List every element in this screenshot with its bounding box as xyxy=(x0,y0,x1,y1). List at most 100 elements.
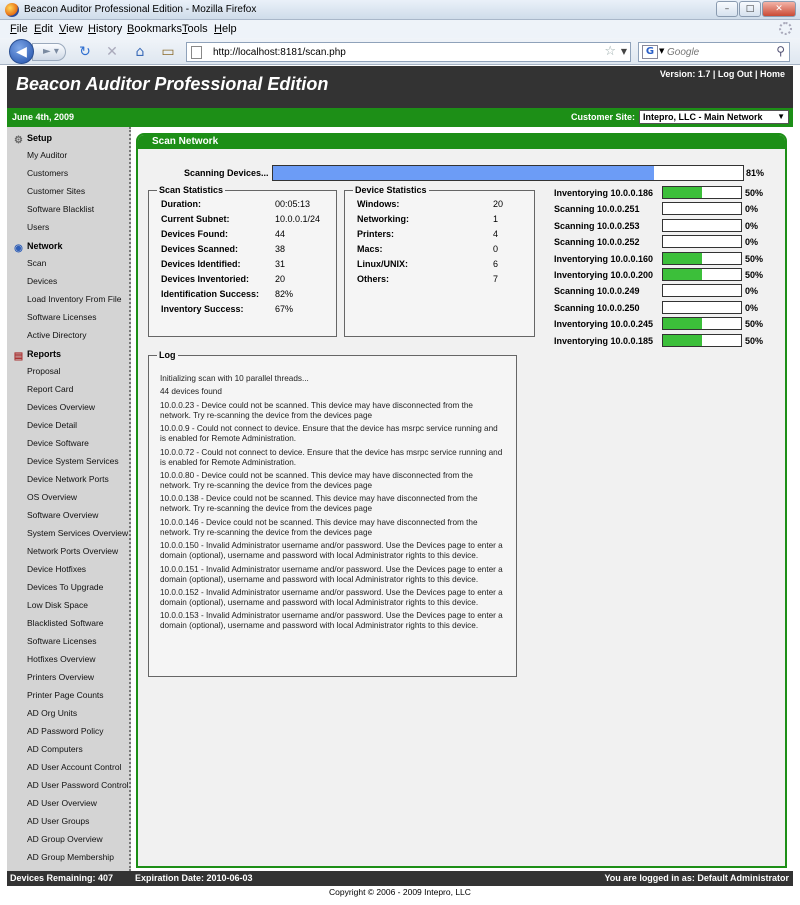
log-entry: 10.0.0.153 - Invalid Administrator usern… xyxy=(160,611,503,631)
search-engine-icon[interactable]: G xyxy=(642,45,658,59)
reload-icon[interactable]: ↻ xyxy=(76,43,94,61)
search-icon[interactable]: ⚲ xyxy=(776,44,785,58)
sidebar-item-ad-group-membership[interactable]: AD Group Membership xyxy=(27,852,114,862)
clipboard-icon[interactable]: ▭ xyxy=(159,43,177,61)
sidebar-item-device-system-services[interactable]: Device System Services xyxy=(27,456,119,466)
scan-stat-label: Duration: xyxy=(161,199,201,209)
bookmark-star-icon[interactable]: ☆ xyxy=(604,44,616,59)
device-progress-row: Scanning 10.0.0.251 0% xyxy=(554,202,784,216)
menu-history[interactable]: History xyxy=(88,23,122,35)
device-progress-row: Inventorying 10.0.0.186 50% xyxy=(554,186,784,200)
window-titlebar: Beacon Auditor Professional Edition - Mo… xyxy=(0,0,800,20)
scan-statistics-legend: Scan Statistics xyxy=(159,185,224,195)
sidebar-item-printers-overview[interactable]: Printers Overview xyxy=(27,672,94,682)
device-progress-percent: 50% xyxy=(745,188,764,198)
url-dropdown-icon[interactable]: ▼ xyxy=(621,47,627,56)
sidebar-item-scan[interactable]: Scan xyxy=(27,258,46,268)
logout-link[interactable]: Log Out xyxy=(718,69,753,79)
menu-bookmarks[interactable]: Bookmarks xyxy=(127,23,182,35)
sidebar-item-report-card[interactable]: Report Card xyxy=(27,384,73,394)
home-icon[interactable]: ⌂ xyxy=(131,43,149,61)
sidebar-item-system-services-overview[interactable]: System Services Overview xyxy=(27,528,128,538)
menu-edit[interactable]: Edit xyxy=(34,23,53,35)
device-progress-row: Inventorying 10.0.0.245 50% xyxy=(554,317,784,331)
sidebar-item-device-software[interactable]: Device Software xyxy=(27,438,89,448)
device-progress-percent: 0% xyxy=(745,220,759,231)
menu-help[interactable]: Help xyxy=(214,23,237,35)
sidebar-item-ad-computers[interactable]: AD Computers xyxy=(27,744,83,754)
sidebar-item-blacklisted-software[interactable]: Blacklisted Software xyxy=(27,618,104,628)
device-progress-percent: 0% xyxy=(745,237,759,248)
sidebar-item-customer-sites[interactable]: Customer Sites xyxy=(27,186,85,196)
scan-stat-label: Current Subnet: xyxy=(161,214,230,224)
search-engine-dropdown-icon[interactable]: ▼ xyxy=(659,47,664,55)
maximize-button[interactable]: □ xyxy=(739,1,761,17)
scan-stat-row: Duration: 00:05:13 xyxy=(149,199,334,211)
sidebar-item-device-hotfixes[interactable]: Device Hotfixes xyxy=(27,564,86,574)
sidebar-item-active-directory[interactable]: Active Directory xyxy=(27,330,87,340)
device-progress-row: Scanning 10.0.0.252 0% xyxy=(554,235,784,249)
device-stat-value: 6 xyxy=(493,259,499,269)
scan-stat-value: 82% xyxy=(275,289,294,299)
sidebar-item-customers[interactable]: Customers xyxy=(27,168,68,178)
sidebar-section-reports[interactable]: ▤ Reports xyxy=(12,349,61,362)
back-button[interactable]: ◀ xyxy=(9,39,34,64)
stop-icon[interactable]: ✕ xyxy=(103,43,121,61)
device-progress-label: Scanning 10.0.0.252 xyxy=(554,237,640,248)
sidebar-section-setup[interactable]: ⚙ Setup xyxy=(12,133,52,146)
scan-progress-fill xyxy=(273,166,654,180)
sidebar-item-device-network-ports[interactable]: Device Network Ports xyxy=(27,474,109,484)
sidebar-item-ad-user-password-control[interactable]: AD User Password Control xyxy=(27,780,129,790)
customer-site-value: Intepro, LLC - Main Network xyxy=(643,112,763,122)
sidebar-section-network[interactable]: ◉ Network xyxy=(12,241,62,254)
sidebar-item-printer-page-counts[interactable]: Printer Page Counts xyxy=(27,690,104,700)
sidebar-item-proposal[interactable]: Proposal xyxy=(27,366,61,376)
sidebar-item-devices-to-upgrade[interactable]: Devices To Upgrade xyxy=(27,582,103,592)
sidebar-item-load-inventory[interactable]: Load Inventory From File xyxy=(27,294,121,304)
sidebar-item-software-overview[interactable]: Software Overview xyxy=(27,510,98,520)
search-bar[interactable]: G ▼ ⚲ xyxy=(638,42,790,62)
window-title: Beacon Auditor Professional Edition - Mo… xyxy=(24,4,257,15)
sidebar-item-ad-user-overview[interactable]: AD User Overview xyxy=(27,798,97,808)
app-title: Beacon Auditor Professional Edition xyxy=(16,74,329,94)
scan-stat-label: Identification Success: xyxy=(161,289,260,299)
device-stat-label: Windows: xyxy=(357,199,400,209)
sidebar-item-software-licenses[interactable]: Software Licenses xyxy=(27,636,96,646)
sidebar-item-devices-overview[interactable]: Devices Overview xyxy=(27,402,95,412)
firefox-logo-icon xyxy=(5,3,19,17)
menu-tools[interactable]: Tools xyxy=(182,23,208,35)
sidebar-item-ad-password-policy[interactable]: AD Password Policy xyxy=(27,726,104,736)
device-progress-bar xyxy=(662,333,742,347)
url-bar[interactable]: http://localhost:8181/scan.php ☆ ▼ xyxy=(186,42,631,62)
sidebar-item-ad-org-units[interactable]: AD Org Units xyxy=(27,708,77,718)
separator: | xyxy=(754,69,758,79)
menu-view[interactable]: View xyxy=(59,23,83,35)
sidebar-item-ad-user-account-control[interactable]: AD User Account Control xyxy=(27,762,121,772)
url-text[interactable]: http://localhost:8181/scan.php xyxy=(213,47,346,58)
sidebar-item-ad-user-groups[interactable]: AD User Groups xyxy=(27,816,89,826)
sidebar-item-users[interactable]: Users xyxy=(27,222,49,232)
minimize-button[interactable]: – xyxy=(716,1,738,17)
forward-button[interactable]: ► ▾ xyxy=(32,43,66,61)
close-button[interactable]: ✕ xyxy=(762,1,796,17)
version-label: Version: 1.7 xyxy=(659,69,711,79)
home-link[interactable]: Home xyxy=(760,69,785,79)
scan-stat-row: Devices Identified: 31 xyxy=(149,259,334,271)
menu-file[interactable]: File xyxy=(10,23,28,35)
sidebar-item-low-disk-space[interactable]: Low Disk Space xyxy=(27,600,88,610)
scan-stat-row: Devices Found: 44 xyxy=(149,229,334,241)
sidebar-item-software-blacklist[interactable]: Software Blacklist xyxy=(27,204,94,214)
device-stat-row: Windows: 20 xyxy=(345,199,532,211)
sidebar-item-device-detail[interactable]: Device Detail xyxy=(27,420,77,430)
search-input[interactable] xyxy=(667,45,772,59)
sidebar-item-software-licenses[interactable]: Software Licenses xyxy=(27,312,96,322)
sidebar-item-network-ports-overview[interactable]: Network Ports Overview xyxy=(27,546,118,556)
sidebar-item-ad-group-overview[interactable]: AD Group Overview xyxy=(27,834,103,844)
sidebar-item-os-overview[interactable]: OS Overview xyxy=(27,492,77,502)
sidebar-item-my-auditor[interactable]: My Auditor xyxy=(27,150,67,160)
chevron-down-icon: ▼ xyxy=(777,112,785,121)
sidebar-item-hotfixes-overview[interactable]: Hotfixes Overview xyxy=(27,654,96,664)
device-progress-bar xyxy=(662,186,742,199)
sidebar-item-devices[interactable]: Devices xyxy=(27,276,57,286)
customer-site-select[interactable]: Intepro, LLC - Main Network ▼ xyxy=(639,110,789,124)
